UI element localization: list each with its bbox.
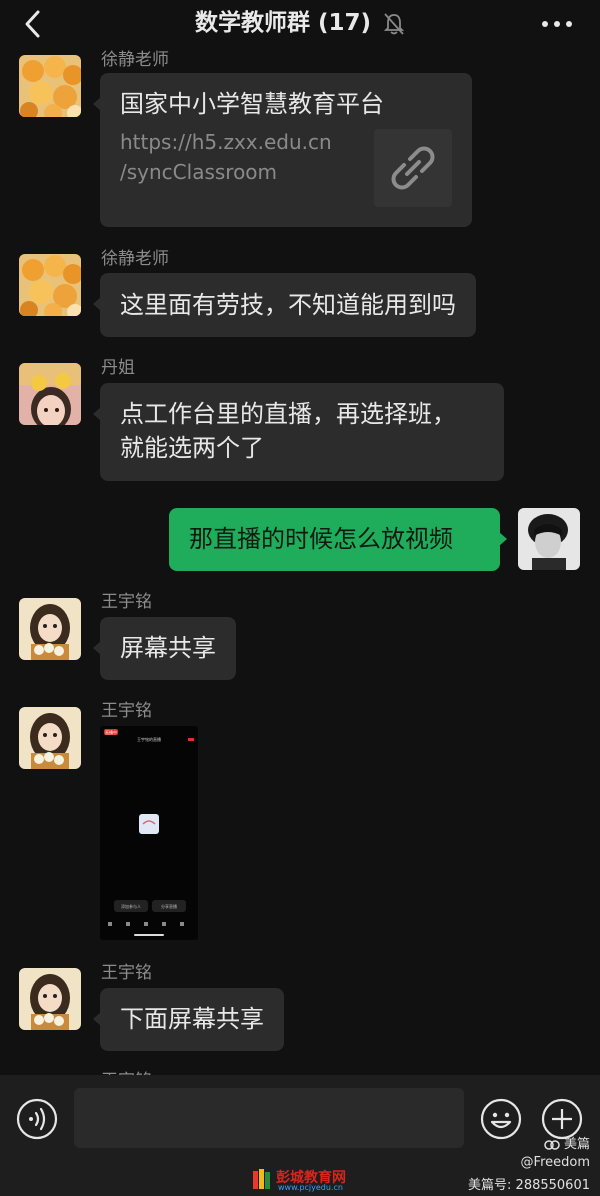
- sender-name: 王宇铭: [101, 592, 152, 612]
- site-logo: 彭城教育网 www.pcjyedu.cn: [252, 1166, 356, 1192]
- message-bubble[interactable]: 这里面有劳技，不知道能用到吗: [93, 273, 476, 337]
- girl-avatar-image: [19, 363, 81, 425]
- my-message-bubble[interactable]: 那直播的时候怎么放视频: [169, 508, 507, 571]
- link-url: https://h5.zxx.edu.cn /syncClassroom: [120, 127, 350, 187]
- meipian-label: 美篇: [563, 1137, 590, 1152]
- flower-avatar-image: [19, 254, 81, 316]
- meipian-logo-icon: [544, 1139, 560, 1150]
- chat-title: 数学教师群 (17): [0, 6, 600, 40]
- message-input[interactable]: [74, 1088, 464, 1148]
- link-thumbnail: [374, 129, 452, 207]
- message-bubble[interactable]: 屏幕共享: [93, 617, 236, 680]
- sender-name: 王宇铭: [101, 701, 152, 721]
- emoji-icon[interactable]: [480, 1098, 522, 1140]
- avatar-wangyuming[interactable]: [19, 707, 81, 769]
- message-bubble[interactable]: 点工作台里的直播，再选择班， 就能选两个了: [93, 383, 504, 481]
- voice-input-icon[interactable]: [16, 1098, 58, 1140]
- avatar-wangyuming[interactable]: [19, 968, 81, 1030]
- message-line: 就能选两个了: [120, 434, 264, 462]
- sender-name: 徐静老师: [101, 249, 169, 269]
- mute-bell-icon: [383, 12, 405, 35]
- site-url: www.pcjyedu.cn: [278, 1183, 343, 1192]
- books-logo-icon: [253, 1169, 270, 1189]
- watermark-user: @Freedom: [520, 1155, 590, 1170]
- screenshot-title: 王宇铭的直播: [137, 736, 161, 742]
- illustrated-girl-avatar-image: [19, 707, 81, 769]
- message-bubble[interactable]: 下面屏幕共享: [93, 988, 284, 1051]
- chat-header: 数学教师群 (17): [0, 0, 600, 48]
- flower-avatar-image: [19, 55, 81, 117]
- avatar-wangyuming[interactable]: [19, 598, 81, 660]
- avatar-xujing[interactable]: [19, 55, 81, 117]
- sender-name: 丹姐: [101, 358, 135, 378]
- screenshot-left-button: 添加参与人: [121, 903, 141, 909]
- meipian-watermark: 美篇: [544, 1133, 590, 1152]
- screenshot-right-button: 分享直播: [161, 903, 177, 909]
- link-url-line1: https://h5.zxx.edu.cn: [120, 130, 332, 154]
- sender-name: 徐静老师: [101, 50, 169, 70]
- watermark-number: 美篇号: 288550601: [468, 1178, 590, 1193]
- sender-name: 王宇铭: [101, 963, 152, 983]
- link-icon: [391, 146, 435, 190]
- avatar-danjie[interactable]: [19, 363, 81, 425]
- link-url-line2: /syncClassroom: [120, 160, 278, 184]
- member-count: (17): [317, 10, 372, 36]
- image-message[interactable]: 直播中 王宇铭的直播 添加参与人 分享直播: [100, 726, 198, 940]
- boy-avatar-image: [518, 508, 580, 570]
- message-line: 点工作台里的直播，再选择班，: [120, 400, 456, 428]
- group-name: 数学教师群: [194, 10, 310, 36]
- link-card[interactable]: 国家中小学智慧教育平台 https://h5.zxx.edu.cn /syncC…: [93, 73, 472, 227]
- live-badge: 直播中: [105, 729, 117, 735]
- avatar-xujing[interactable]: [19, 254, 81, 316]
- more-options-icon[interactable]: [540, 12, 574, 36]
- avatar-me[interactable]: [518, 508, 580, 570]
- link-title: 国家中小学智慧教育平台: [120, 90, 384, 118]
- illustrated-girl-avatar-image: [19, 598, 81, 660]
- illustrated-girl-avatar-image: [19, 968, 81, 1030]
- live-screenshot-image: 直播中 王宇铭的直播 添加参与人 分享直播: [100, 726, 198, 940]
